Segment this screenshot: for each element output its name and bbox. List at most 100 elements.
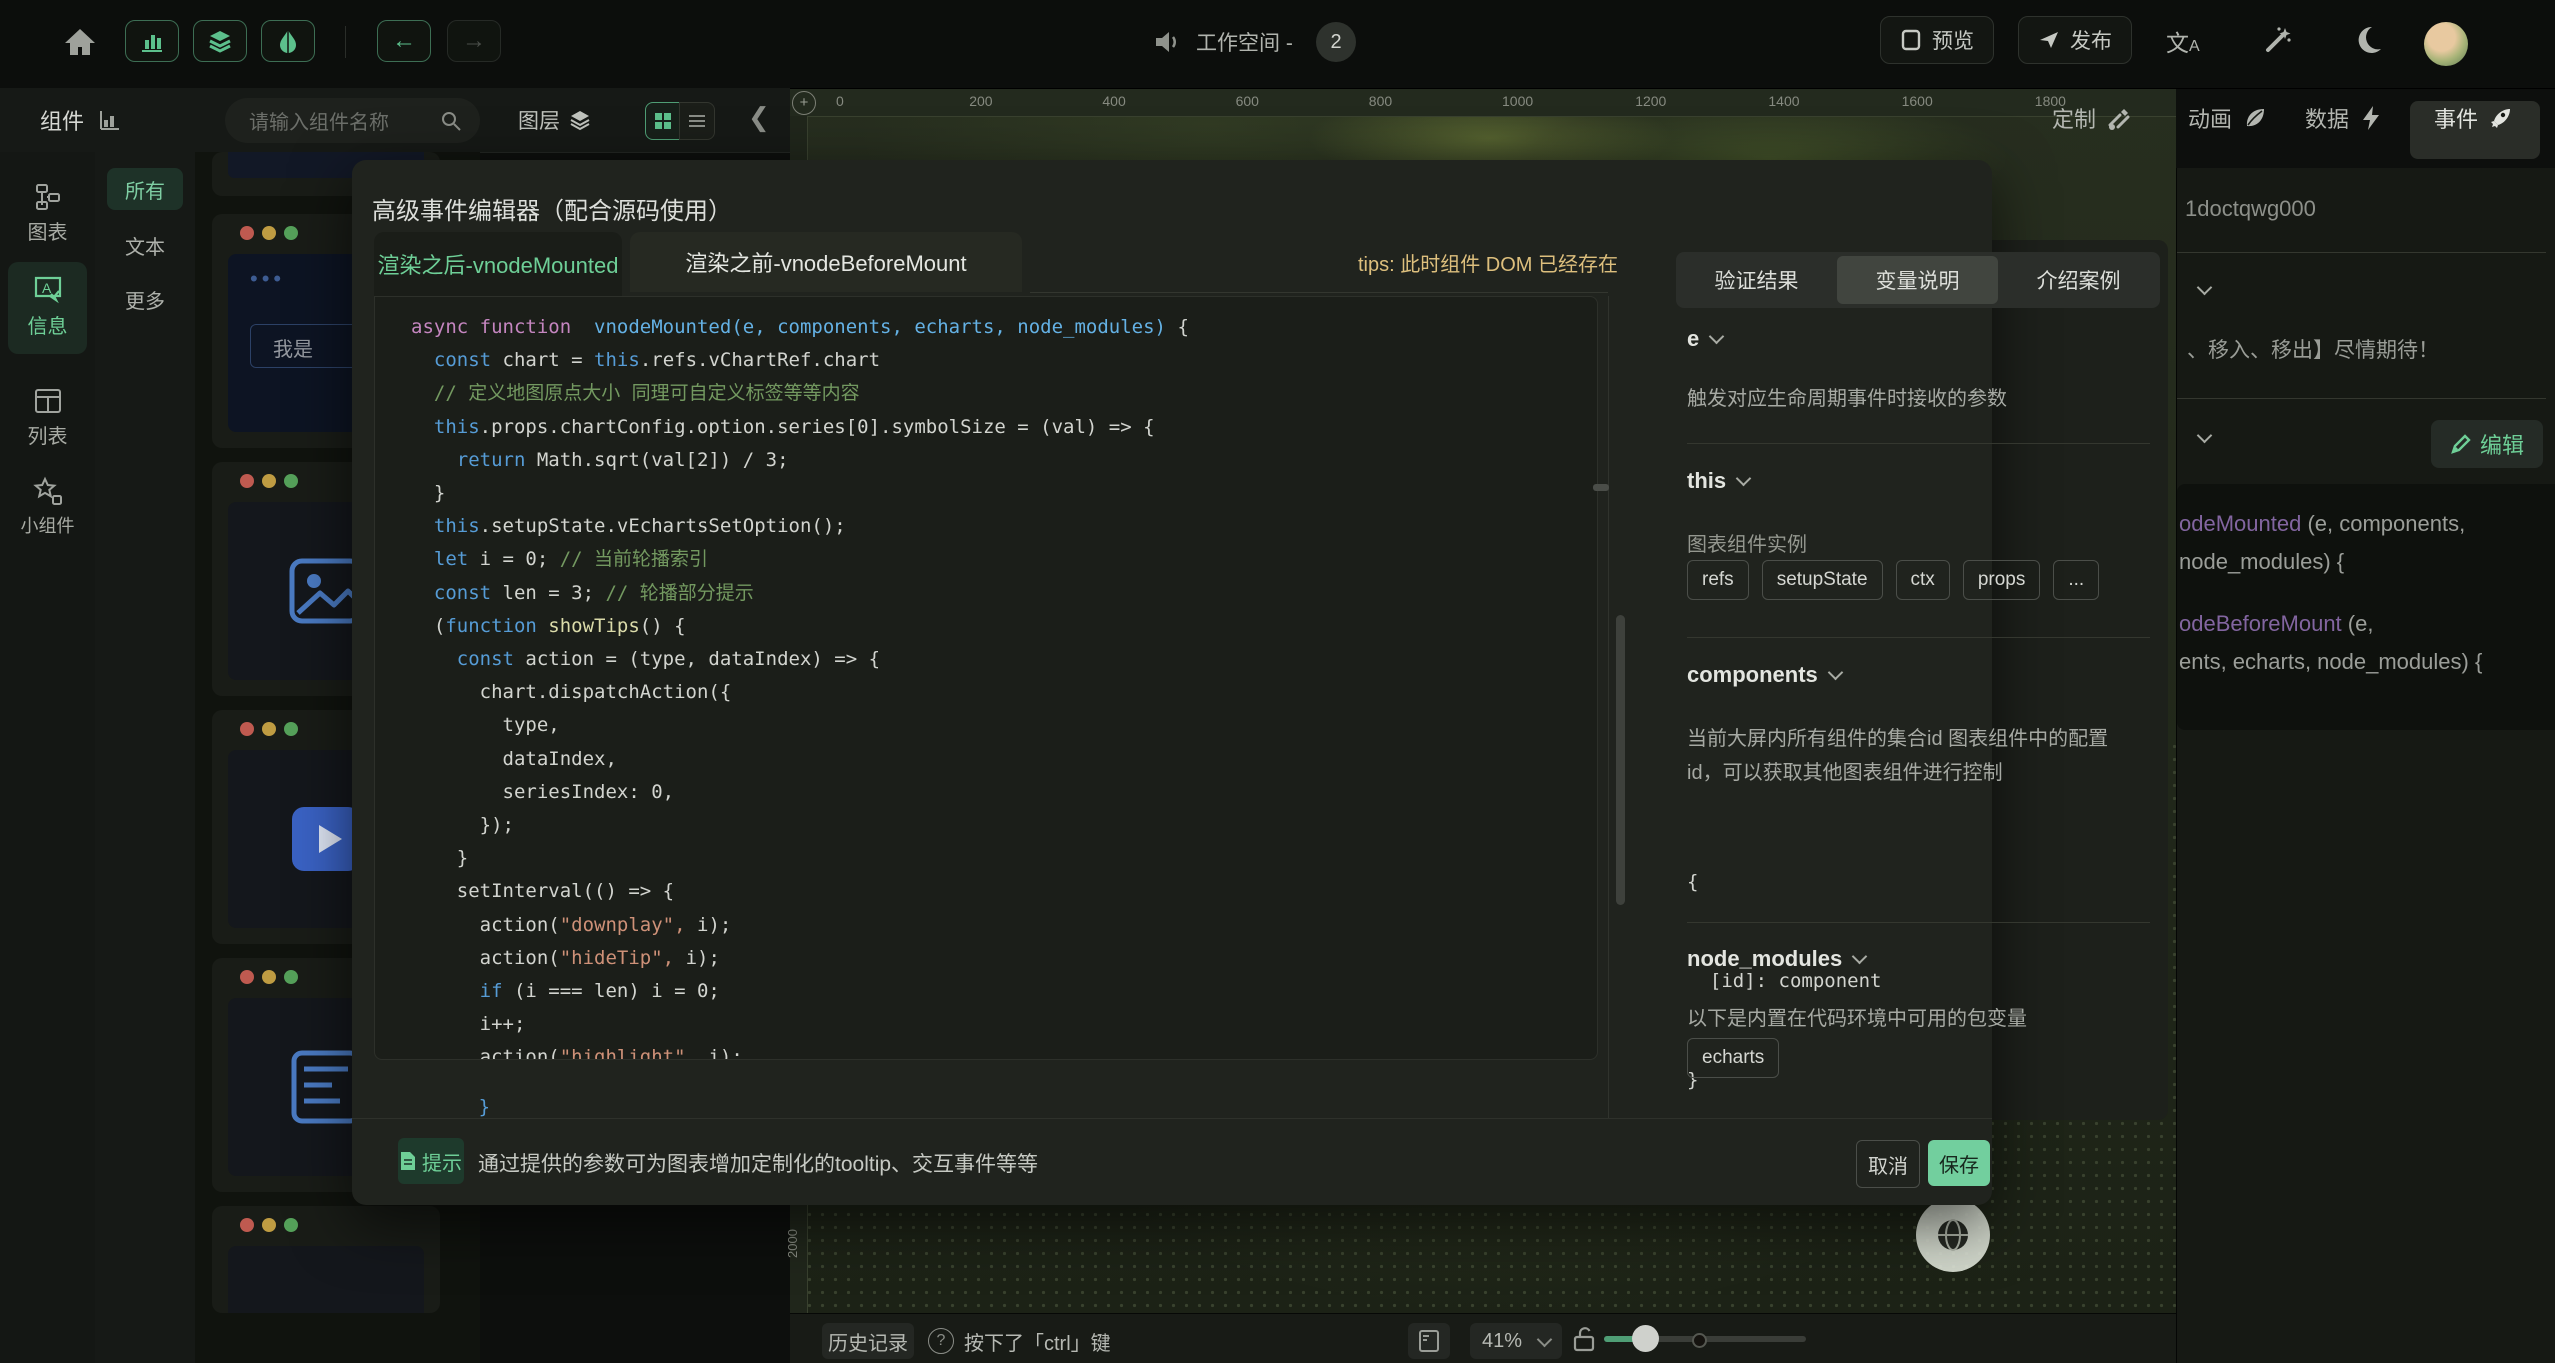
category-3[interactable]: 更多 [107,278,183,320]
mac-dot [262,226,276,240]
sidebar-item-3[interactable]: 列表 [8,374,87,450]
var-node-modules-desc: 以下是内置在代码环境中可用的包变量 [1687,1002,2027,1031]
tab-vnode-mounted[interactable]: 渲染之后-vnodeMounted [374,232,622,296]
chart-tool-button[interactable] [125,20,179,62]
code-scrollbar[interactable] [1616,615,1625,905]
ruler-tick: 600 [1236,93,1259,109]
code-line: } [411,842,468,875]
search-input[interactable]: 请输入组件名称 [225,98,480,143]
tab-customize-label: 定制 [2052,102,2096,134]
search-placeholder: 请输入组件名称 [249,106,389,135]
tab-vnode-before-mount-label: 渲染之前-vnodeBeforeMount [685,246,966,278]
var-divider2 [1687,637,2150,638]
sidebar-item-label: 信息 [8,310,87,339]
history-button[interactable]: 历史记录 [822,1323,914,1359]
help-tab-1[interactable]: 验证结果 [1676,252,1837,308]
magic-wand-icon[interactable] [2260,24,2294,58]
edit-button[interactable]: 编辑 [2431,420,2543,468]
layers-icon [207,28,233,54]
zoom-select[interactable]: 41% [1470,1323,1562,1359]
zoom-slider[interactable] [1604,1336,1806,1342]
code-line: chart.dispatchAction({ [411,676,731,709]
sidebar-divider [2177,252,2546,253]
var-components-header[interactable]: components [1687,662,1841,688]
tab-animation[interactable]: 动画 [2188,102,2268,134]
avatar[interactable] [2424,22,2468,66]
collapse-panel-icon[interactable]: ❮ [748,102,770,133]
save-button[interactable]: 保存 [1928,1140,1990,1186]
sidebar-item-4[interactable]: 小组件 [8,464,87,548]
this-property-chip[interactable]: ctx [1896,560,1950,600]
publish-button[interactable]: 发布 [2018,16,2132,64]
layers-tool-button[interactable] [193,20,247,62]
component-card[interactable] [212,1206,440,1313]
unlock-icon[interactable] [1572,1325,1596,1353]
sidebar-item-1[interactable]: 图表 [8,170,87,246]
this-property-chip[interactable]: setupState [1762,560,1883,600]
code-line: let i = 0; // 当前轮播索引 [411,543,708,576]
code-line: action("downplay", i); [411,909,731,942]
mac-dot [240,970,254,984]
grid-view-toggle[interactable] [645,102,681,140]
zoom-slider-handle[interactable] [1632,1325,1659,1352]
dark-mode-moon-icon[interactable] [2352,24,2384,56]
sidebar-item-2[interactable]: A 信息 [8,262,87,354]
event-code-line: odeBeforeMount (e, [2179,608,2373,640]
help-circle-icon[interactable]: ? [928,1328,954,1354]
workspace-title: 工作空间 - [1196,27,1293,57]
footer-tip-badge: 提示 [398,1138,464,1184]
redo-button[interactable]: → [447,20,501,62]
mac-dot [240,474,254,488]
events-teaser-text: 、移入、移出】尽情期待！ [2187,334,2439,364]
leaf-icon [2242,105,2268,131]
theme-tool-button[interactable] [261,20,315,62]
cancel-button[interactable]: 取消 [1856,1140,1920,1188]
home-icon[interactable] [62,24,98,60]
category-2[interactable]: 文本 [107,224,183,266]
this-property-chip[interactable]: props [1963,560,2041,600]
var-this-header[interactable]: this [1687,468,1749,494]
thumbnail-toggle-button[interactable] [1408,1323,1450,1359]
tab-customize[interactable]: 定制 [2052,102,2132,134]
advanced-event-editor-modal: 高级事件编辑器（配合源码使用） 渲染之后-vnodeMounted 渲染之前-v… [352,160,1992,1205]
translate-icon[interactable]: 文A [2166,24,2200,58]
tab-vnode-before-mount[interactable]: 渲染之前-vnodeBeforeMount [630,232,1022,292]
category-1[interactable]: 所有 [107,168,183,210]
monitor-icon [1900,29,1922,51]
components-code-sample: { [id]: component } [1687,800,1881,1163]
code-line: type, [411,709,560,742]
var-e-header[interactable]: e [1687,326,1722,352]
node-module-chip[interactable]: echarts [1687,1038,1779,1078]
vruler-label: 2000 [785,1229,800,1258]
list-view-icon [688,112,706,130]
this-property-chip[interactable]: refs [1687,560,1749,600]
pane-divider-handle[interactable] [1593,484,1609,491]
code-closing-brace: } [410,1058,490,1091]
preview-button[interactable]: 预览 [1880,16,1994,64]
layers-panel-icon[interactable] [568,108,592,132]
info-text-icon: A [32,274,64,306]
tools-icon [2106,105,2132,131]
arrow-left-icon: ← [392,27,416,55]
tab-data-label: 数据 [2305,102,2349,134]
ruler-origin-icon[interactable]: + [792,91,816,115]
code-editor[interactable]: async function vnodeMounted(e, component… [374,296,1598,1060]
chevron-down-icon [1736,471,1752,487]
section-chevron-down-icon[interactable] [2197,280,2213,296]
layers-panel-label[interactable]: 图层 [518,105,560,135]
list-view-toggle[interactable] [679,102,715,140]
node-modules-chips-row: echarts [1687,1038,1792,1078]
var-node-modules-header[interactable]: node_modules [1687,946,1865,972]
section2-chevron-down-icon[interactable] [2197,428,2213,444]
help-tab-2[interactable]: 变量说明 [1837,256,1998,304]
event-code-preview[interactable]: odeMounted (e, components,node_modules) … [2177,484,2555,730]
chevron-down-icon [1537,1331,1553,1347]
tab-data[interactable]: 数据 [2305,102,2383,134]
component-type-nav: 图表 A 信息列表小组件 [0,152,96,1363]
rocket-icon [2488,105,2514,131]
publish-label: 发布 [2070,25,2112,55]
undo-button[interactable]: ← [377,20,431,62]
tab-events[interactable]: 事件 [2434,102,2514,134]
help-tab-3[interactable]: 介绍案例 [1998,252,2159,308]
this-property-chip[interactable]: ... [2053,560,2099,600]
